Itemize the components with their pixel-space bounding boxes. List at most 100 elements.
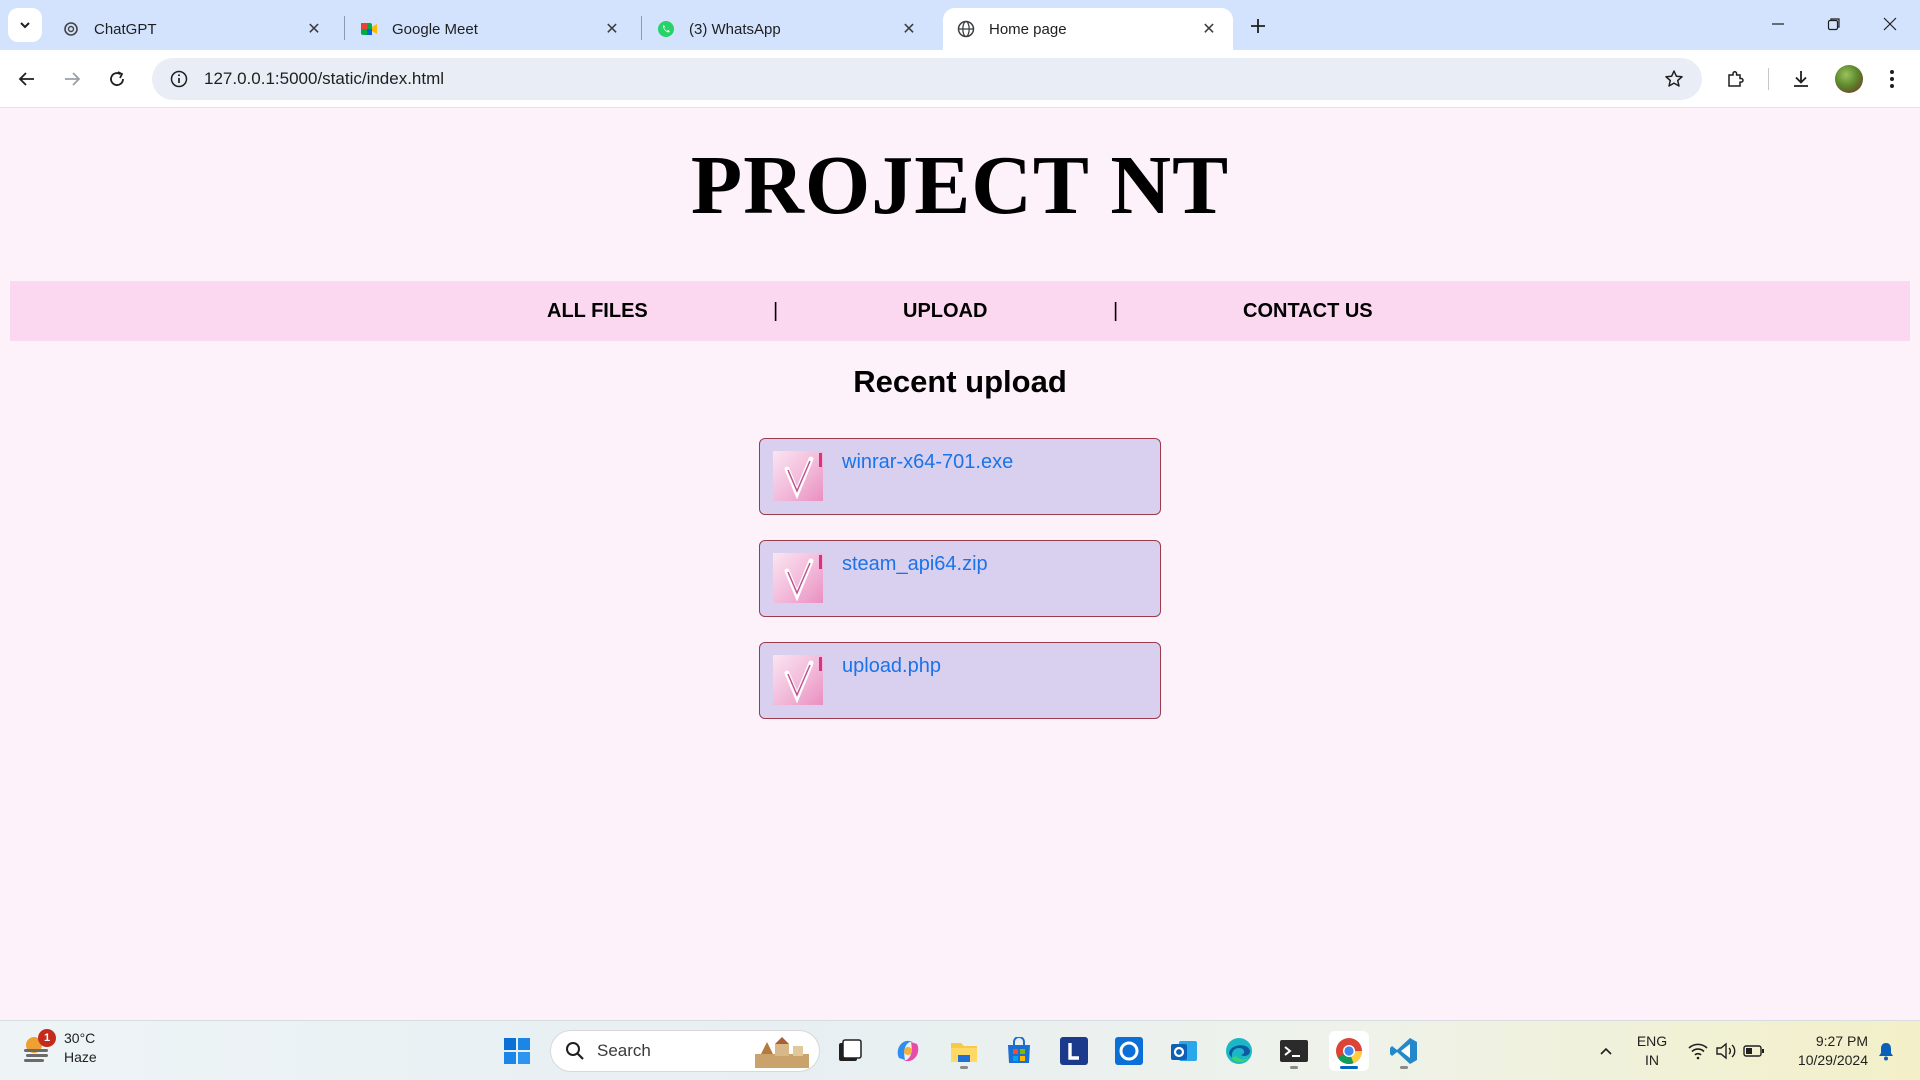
tab-search-button[interactable] [8, 8, 42, 42]
puzzle-piece-icon [1728, 70, 1744, 87]
microsoft-store-button[interactable] [999, 1031, 1039, 1071]
clock-time: 9:27 PM [1815, 1033, 1868, 1049]
file-link[interactable]: upload.php [842, 655, 941, 678]
file-card[interactable]: winrar-x64-701.exe [759, 438, 1161, 515]
file-link[interactable]: steam_api64.zip [842, 553, 988, 576]
task-view-button[interactable] [830, 1031, 870, 1071]
bookmark-star-icon[interactable] [1654, 59, 1694, 99]
url-text[interactable]: 127.0.0.1:5000/static/index.html [204, 69, 1654, 89]
weather-condition: Haze [64, 1049, 97, 1065]
arrow-right-icon [65, 72, 81, 86]
running-indicator [1340, 1066, 1358, 1069]
bell-icon [1879, 1043, 1893, 1061]
tab-title: (3) WhatsApp [689, 20, 781, 38]
close-icon[interactable]: ✕ [899, 19, 919, 39]
file-card[interactable]: steam_api64.zip [759, 540, 1161, 617]
language-indicator[interactable]: ENG IN [1632, 1032, 1672, 1070]
address-bar[interactable]: 127.0.0.1:5000/static/index.html [152, 58, 1702, 100]
chrome-button[interactable] [1329, 1031, 1369, 1071]
site-title: PROJECT NT [690, 139, 1230, 232]
downloads-button[interactable] [1784, 62, 1818, 96]
battery-icon [1743, 1045, 1764, 1057]
new-tab-button[interactable] [1244, 12, 1272, 40]
cortana-button[interactable] [1109, 1031, 1149, 1071]
reload-button[interactable] [100, 62, 134, 96]
language-code: ENG [1636, 1033, 1668, 1049]
store-icon [1008, 1037, 1030, 1063]
ring-app-icon [1115, 1037, 1143, 1065]
minimize-button[interactable] [1750, 8, 1806, 40]
outlook-icon [1171, 1041, 1197, 1061]
chrome-icon [1336, 1038, 1362, 1065]
close-window-button[interactable] [1862, 8, 1918, 40]
google-meet-icon [360, 20, 378, 38]
tab-whatsapp[interactable]: (3) WhatsApp ✕ [643, 8, 933, 50]
chevron-up-icon [1600, 1047, 1612, 1055]
browser-tab-strip: ChatGPT ✕ Google Meet ✕ (3) WhatsApp ✕ H… [0, 0, 1920, 50]
section-title: Recent upload [853, 364, 1067, 399]
nav-separator: | [1113, 300, 1119, 322]
forward-button[interactable] [55, 62, 89, 96]
clock-date: 10/29/2024 [1797, 1052, 1868, 1068]
file-link[interactable]: winrar-x64-701.exe [842, 451, 1013, 474]
tab-separator [344, 16, 345, 40]
vscode-button[interactable] [1384, 1031, 1424, 1071]
notification-badge: 1 [38, 1029, 56, 1047]
profile-avatar[interactable] [1835, 65, 1863, 93]
taskbar-search[interactable]: Search [550, 1030, 820, 1072]
close-icon[interactable]: ✕ [602, 19, 622, 39]
close-icon[interactable]: ✕ [304, 19, 324, 39]
copilot-button[interactable] [888, 1031, 928, 1071]
file-card[interactable]: upload.php [759, 642, 1161, 719]
folder-icon [951, 1043, 977, 1062]
download-icon [1794, 71, 1808, 87]
copilot-icon [897, 1040, 919, 1062]
arrow-left-icon [18, 72, 34, 86]
quick-settings-button[interactable] [1684, 1031, 1768, 1071]
tab-home-page[interactable]: Home page ✕ [943, 8, 1233, 50]
nav-contact-us[interactable]: CONTACT US [1243, 281, 1373, 341]
file-explorer-button[interactable] [944, 1031, 984, 1071]
extensions-button[interactable] [1718, 62, 1752, 96]
start-button[interactable] [497, 1031, 537, 1071]
close-icon[interactable]: ✕ [1199, 19, 1219, 39]
site-info-icon[interactable] [158, 58, 200, 100]
close-icon [1883, 17, 1897, 31]
restore-icon [1827, 18, 1840, 31]
nav-upload[interactable]: UPLOAD [903, 281, 987, 341]
outlook-button[interactable] [1164, 1031, 1204, 1071]
nav-all-files[interactable]: ALL FILES [547, 281, 648, 341]
running-indicator [1290, 1066, 1298, 1069]
minimize-icon [1772, 23, 1784, 25]
windows-logo-icon [504, 1038, 530, 1064]
app-l-button[interactable] [1054, 1031, 1094, 1071]
chatgpt-icon [62, 20, 80, 38]
tab-title: Home page [989, 20, 1067, 38]
search-icon [566, 1042, 584, 1060]
page-content: PROJECT NT ALL FILES | UPLOAD | CONTACT … [0, 109, 1920, 1020]
show-hidden-icons-button[interactable] [1592, 1031, 1620, 1071]
restore-button[interactable] [1806, 8, 1862, 40]
running-indicator [1400, 1066, 1408, 1069]
search-label: Search [597, 1041, 651, 1060]
tab-separator [641, 16, 642, 40]
browser-menu-button[interactable] [1875, 62, 1909, 96]
volume-icon [1716, 1042, 1736, 1060]
chevron-down-icon [20, 22, 30, 29]
plus-icon [1251, 19, 1265, 33]
back-button[interactable] [10, 62, 44, 96]
tab-chatgpt[interactable]: ChatGPT ✕ [48, 8, 338, 50]
edge-button[interactable] [1219, 1031, 1259, 1071]
notifications-button[interactable] [1872, 1031, 1900, 1071]
terminal-button[interactable] [1274, 1031, 1314, 1071]
main-nav: ALL FILES | UPLOAD | CONTACT US [10, 281, 1910, 341]
weather-widget[interactable]: 1 30°C Haze [20, 1029, 97, 1067]
taskbar: 1 30°C Haze Search ENG IN 9:27 PM 10/29/… [0, 1020, 1920, 1080]
tab-google-meet[interactable]: Google Meet ✕ [346, 8, 636, 50]
system-clock[interactable]: 9:27 PM 10/29/2024 [1786, 1032, 1868, 1070]
file-thumbnail [773, 655, 823, 705]
more-vertical-icon [1890, 70, 1894, 88]
task-view-icon [839, 1039, 862, 1061]
browser-toolbar: 127.0.0.1:5000/static/index.html [0, 50, 1920, 108]
wifi-icon [1688, 1043, 1708, 1060]
